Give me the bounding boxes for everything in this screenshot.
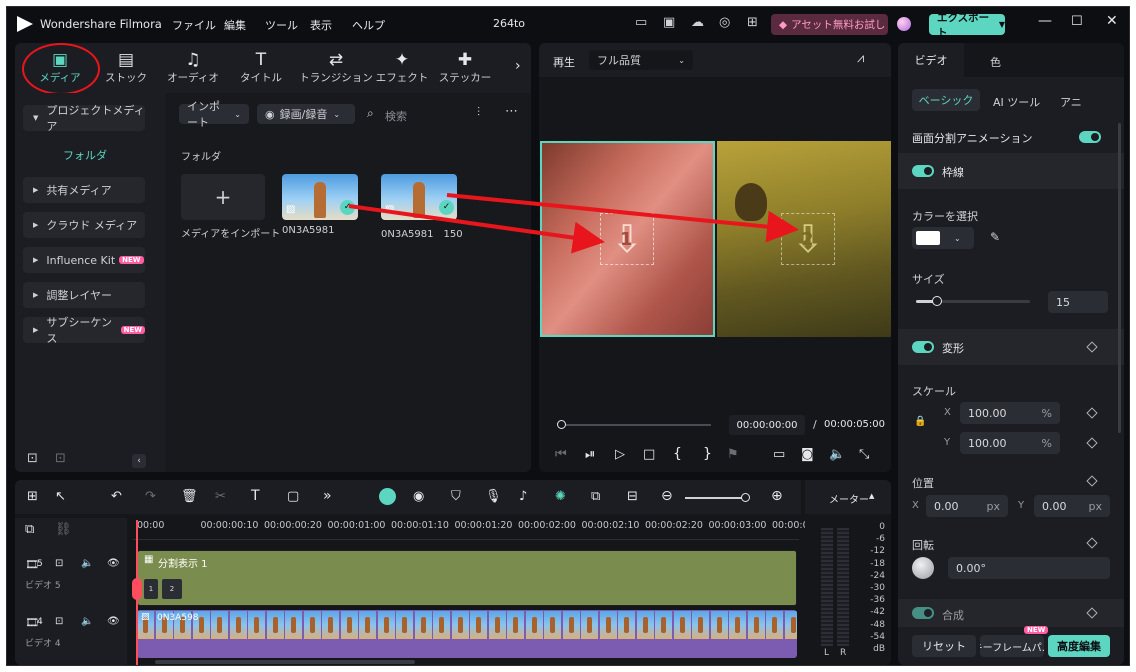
annotation-arrow-1 <box>348 204 605 254</box>
app-window: Wondershare Filmora ファイル 編集 ツール 表示 ヘルプ 2… <box>6 6 1130 666</box>
annotation-arrows <box>348 193 799 254</box>
image-type-icon: ▨ <box>141 612 150 622</box>
clip-photo-label: 0N3A598 <box>157 613 199 623</box>
annotation-arrow-2 <box>446 193 799 243</box>
